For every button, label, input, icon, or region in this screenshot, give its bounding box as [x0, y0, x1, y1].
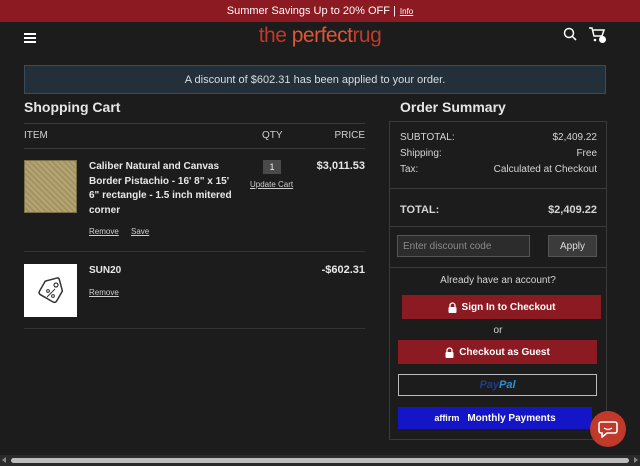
quantity-input[interactable]: 1 [263, 160, 281, 174]
chat-button[interactable] [590, 411, 626, 447]
paypal-button[interactable]: Pay Pal [398, 374, 597, 396]
rug-thumbnail[interactable] [24, 160, 77, 213]
scroll-left-icon[interactable] [2, 457, 6, 463]
promo-bar: Summer Savings Up to 20% OFF | Info [0, 0, 640, 22]
or-text: or [493, 325, 503, 336]
divider [390, 267, 606, 268]
cart-icon[interactable] [588, 26, 606, 44]
col-price: PRICE [334, 130, 365, 141]
lock-icon [445, 346, 454, 358]
divider [390, 188, 606, 189]
scroll-right-icon[interactable] [634, 457, 638, 463]
shipping-row: Shipping: Free [400, 148, 597, 159]
cart-title: Shopping Cart [24, 99, 121, 115]
remove-discount-link[interactable]: Remove [89, 288, 119, 297]
affirm-monthly-button[interactable]: affirm Monthly Payments [398, 407, 592, 429]
discount-code-name: SUN20 [89, 265, 122, 276]
cart-item-discount: SUN20 Remove -$602.31 [24, 264, 365, 318]
lock-icon [448, 301, 457, 313]
promo-info-link[interactable]: Info [400, 7, 413, 16]
item-price: $3,011.53 [316, 160, 365, 172]
remove-link[interactable]: Remove [89, 227, 119, 236]
cart-item: Caliber Natural and Canvas Border Pistac… [24, 160, 365, 240]
sign-in-checkout-button[interactable]: Sign In to Checkout [402, 295, 601, 319]
apply-button[interactable]: Apply [548, 235, 597, 257]
save-link[interactable]: Save [131, 227, 149, 236]
divider [24, 328, 365, 329]
divider [390, 226, 606, 227]
site-header: the perfectrug [0, 22, 640, 62]
divider [24, 251, 365, 252]
tag-icon [37, 276, 63, 303]
discount-banner: A discount of $602.31 has been applied t… [24, 65, 606, 94]
horizontal-scrollbar[interactable] [0, 455, 640, 466]
discount-code-input[interactable] [397, 235, 530, 257]
logo[interactable]: the perfectrug [0, 24, 640, 48]
discount-price: -$602.31 [321, 264, 365, 276]
update-cart-link[interactable]: Update Cart [250, 180, 293, 189]
col-qty: QTY [262, 130, 283, 141]
scrollbar-thumb[interactable] [11, 458, 629, 463]
cart-table-header: ITEM QTY PRICE [24, 123, 365, 149]
summary-title: Order Summary [400, 99, 506, 115]
item-name[interactable]: Caliber Natural and Canvas Border Pistac… [89, 160, 234, 218]
affirm-logo: affirm [434, 413, 460, 423]
total-row: TOTAL: $2,409.22 [400, 204, 597, 216]
col-item: ITEM [24, 130, 48, 141]
subtotal-row: SUBTOTAL: $2,409.22 [400, 132, 597, 143]
chat-icon [598, 421, 618, 438]
promo-text: Summer Savings Up to 20% OFF | [226, 5, 396, 17]
tax-row: Tax: Calculated at Checkout [400, 164, 597, 175]
search-icon[interactable] [563, 27, 577, 41]
order-summary: SUBTOTAL: $2,409.22 Shipping: Free Tax: Cal… [389, 121, 607, 440]
guest-checkout-button[interactable]: Checkout as Guest [398, 340, 597, 364]
account-prompt: Already have an account? [440, 275, 556, 286]
tag-thumbnail [24, 264, 77, 317]
